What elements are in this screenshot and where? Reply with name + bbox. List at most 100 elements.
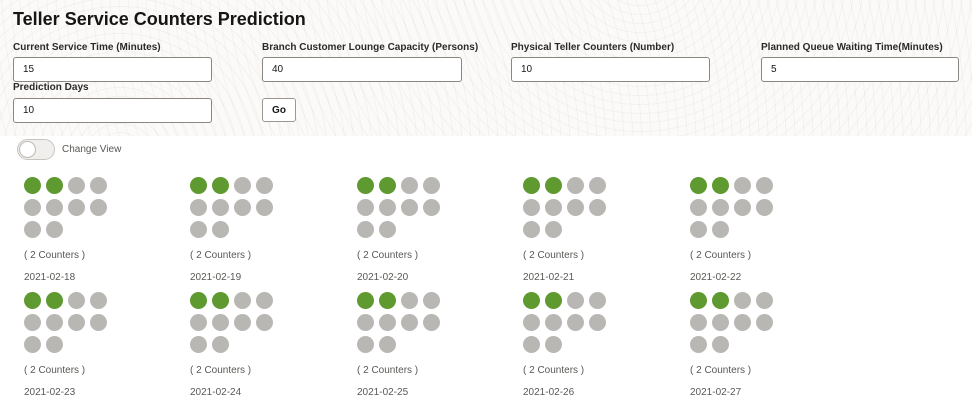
inactive-counter-dot	[68, 199, 85, 216]
inactive-counter-dot	[357, 221, 374, 238]
active-counter-dot	[379, 292, 396, 309]
inactive-counter-dot	[567, 177, 584, 194]
inactive-counter-dot	[24, 314, 41, 331]
inactive-counter-dot	[357, 314, 374, 331]
teller-counters-input[interactable]	[511, 57, 710, 82]
service-time-label: Current Service Time (Minutes)	[13, 42, 161, 53]
counter-count-label: ( 2 Counters )	[24, 365, 86, 376]
prediction-day-card: ( 2 Counters ) 2021-02-23	[24, 292, 144, 402]
prediction-day-card: ( 2 Counters ) 2021-02-27	[690, 292, 810, 402]
queue-wait-label: Planned Queue Waiting Time(Minutes)	[761, 42, 943, 53]
inactive-counter-dot	[734, 199, 751, 216]
inactive-counter-dot	[712, 199, 729, 216]
prediction-day-card: ( 2 Counters ) 2021-02-18	[24, 177, 144, 287]
toggle-knob	[19, 141, 36, 158]
active-counter-dot	[212, 292, 229, 309]
service-time-input[interactable]	[13, 57, 212, 82]
lounge-capacity-input[interactable]	[262, 57, 462, 82]
active-counter-dot	[712, 292, 729, 309]
inactive-counter-dot	[190, 336, 207, 353]
inactive-counter-dot	[357, 336, 374, 353]
active-counter-dot	[190, 292, 207, 309]
active-counter-dot	[24, 292, 41, 309]
inactive-counter-dot	[379, 199, 396, 216]
inactive-counter-dot	[690, 314, 707, 331]
active-counter-dot	[46, 292, 63, 309]
go-button[interactable]: Go	[262, 98, 296, 122]
prediction-day-card: ( 2 Counters ) 2021-02-22	[690, 177, 810, 287]
inactive-counter-dot	[379, 221, 396, 238]
counter-count-label: ( 2 Counters )	[690, 365, 752, 376]
inactive-counter-dot	[46, 199, 63, 216]
counter-count-label: ( 2 Counters )	[523, 365, 585, 376]
inactive-counter-dot	[401, 177, 418, 194]
inactive-counter-dot	[24, 221, 41, 238]
prediction-days-input[interactable]	[13, 98, 212, 123]
inactive-counter-dot	[567, 199, 584, 216]
inactive-counter-dot	[212, 221, 229, 238]
queue-wait-input[interactable]	[761, 57, 959, 82]
active-counter-dot	[523, 177, 540, 194]
inactive-counter-dot	[712, 221, 729, 238]
active-counter-dot	[24, 177, 41, 194]
inactive-counter-dot	[712, 314, 729, 331]
prediction-date-label: 2021-02-24	[190, 387, 242, 398]
inactive-counter-dot	[545, 336, 562, 353]
inactive-counter-dot	[545, 199, 562, 216]
lounge-capacity-label: Branch Customer Lounge Capacity (Persons…	[262, 42, 479, 53]
inactive-counter-dot	[68, 314, 85, 331]
active-counter-dot	[545, 177, 562, 194]
prediction-day-card: ( 2 Counters ) 2021-02-21	[523, 177, 643, 287]
change-view-toggle[interactable]	[17, 139, 55, 160]
prediction-day-card: ( 2 Counters ) 2021-02-19	[190, 177, 310, 287]
inactive-counter-dot	[734, 314, 751, 331]
change-view-label: Change View	[62, 144, 122, 155]
inactive-counter-dot	[523, 199, 540, 216]
inactive-counter-dot	[756, 292, 773, 309]
inactive-counter-dot	[234, 177, 251, 194]
inactive-counter-dot	[234, 199, 251, 216]
inactive-counter-dot	[589, 177, 606, 194]
counter-count-label: ( 2 Counters )	[523, 250, 585, 261]
inactive-counter-dot	[423, 199, 440, 216]
inactive-counter-dot	[46, 336, 63, 353]
prediction-date-label: 2021-02-25	[357, 387, 409, 398]
inactive-counter-dot	[423, 292, 440, 309]
inactive-counter-dot	[24, 336, 41, 353]
prediction-day-card: ( 2 Counters ) 2021-02-24	[190, 292, 310, 402]
inactive-counter-dot	[401, 314, 418, 331]
inactive-counter-dot	[190, 199, 207, 216]
prediction-date-label: 2021-02-20	[357, 272, 409, 283]
inactive-counter-dot	[212, 314, 229, 331]
inactive-counter-dot	[523, 314, 540, 331]
inactive-counter-dot	[68, 292, 85, 309]
inactive-counter-dot	[379, 336, 396, 353]
prediction-date-label: 2021-02-18	[24, 272, 76, 283]
active-counter-dot	[523, 292, 540, 309]
prediction-date-label: 2021-02-27	[690, 387, 742, 398]
active-counter-dot	[46, 177, 63, 194]
inactive-counter-dot	[589, 314, 606, 331]
inactive-counter-dot	[734, 177, 751, 194]
counter-count-label: ( 2 Counters )	[190, 250, 252, 261]
inactive-counter-dot	[190, 221, 207, 238]
inactive-counter-dot	[46, 221, 63, 238]
prediction-day-card: ( 2 Counters ) 2021-02-25	[357, 292, 477, 402]
inactive-counter-dot	[212, 336, 229, 353]
inactive-counter-dot	[68, 177, 85, 194]
inactive-counter-dot	[523, 336, 540, 353]
inactive-counter-dot	[567, 314, 584, 331]
inactive-counter-dot	[756, 199, 773, 216]
page-title: Teller Service Counters Prediction	[13, 9, 306, 29]
counter-count-label: ( 2 Counters )	[357, 250, 419, 261]
active-counter-dot	[357, 292, 374, 309]
inactive-counter-dot	[567, 292, 584, 309]
prediction-date-label: 2021-02-26	[523, 387, 575, 398]
counter-count-label: ( 2 Counters )	[24, 250, 86, 261]
inactive-counter-dot	[24, 199, 41, 216]
inactive-counter-dot	[423, 177, 440, 194]
counter-count-label: ( 2 Counters )	[690, 250, 752, 261]
inactive-counter-dot	[90, 314, 107, 331]
inactive-counter-dot	[589, 199, 606, 216]
inactive-counter-dot	[423, 314, 440, 331]
